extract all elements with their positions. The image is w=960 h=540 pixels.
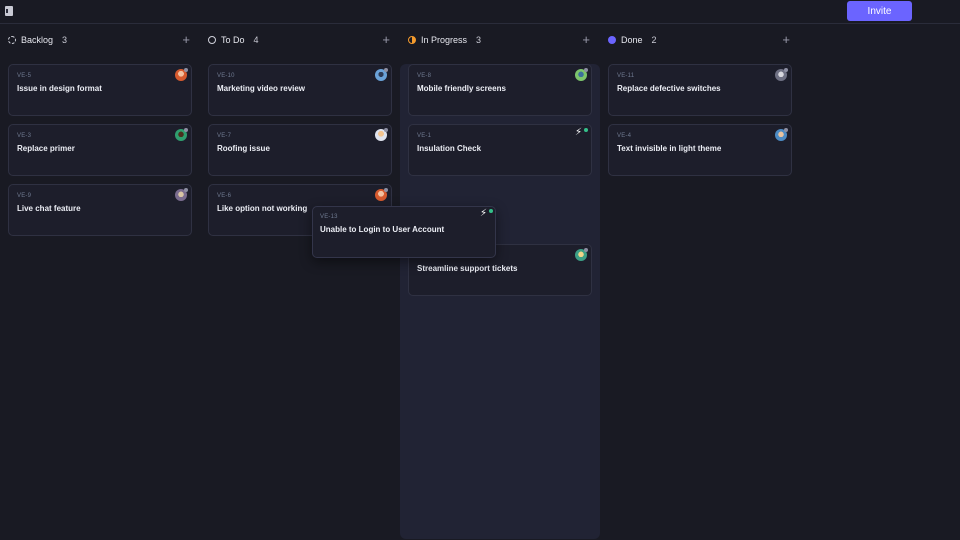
top-bar: Invite xyxy=(0,0,960,24)
card-id: VE-5 xyxy=(17,73,32,79)
column-in-progress: In Progress 3 + VE-8 Mobile friendly scr… xyxy=(400,24,600,540)
card-id: VE-13 xyxy=(320,214,338,220)
card-title: Replace defective switches xyxy=(617,84,721,93)
task-card[interactable]: VE-3 Replace primer xyxy=(8,124,192,176)
card-id: VE-3 xyxy=(17,133,32,139)
assignee-avatar[interactable] xyxy=(375,128,388,141)
task-card[interactable]: VE-5 Issue in design format xyxy=(8,64,192,116)
task-card[interactable]: VE-4 Text invisible in light theme xyxy=(608,124,792,176)
card-title: Replace primer xyxy=(17,144,75,153)
card-id: VE-10 xyxy=(217,73,235,79)
assignee-avatar[interactable] xyxy=(375,188,388,201)
card-title: Mobile friendly screens xyxy=(417,84,506,93)
card-title: Insulation Check xyxy=(417,144,482,153)
card-id: VE-9 xyxy=(17,193,32,199)
dashed-circle-icon xyxy=(8,36,16,44)
add-card-button[interactable]: + xyxy=(782,33,790,46)
assignee-avatar[interactable] xyxy=(575,248,588,261)
task-card[interactable]: VE-9 Live chat feature xyxy=(8,184,192,236)
card-id: VE-8 xyxy=(417,73,432,79)
circle-icon xyxy=(208,36,216,44)
task-card[interactable]: VE-1 Insulation Check xyxy=(408,124,592,176)
column-count: 3 xyxy=(62,35,68,45)
add-card-button[interactable]: + xyxy=(582,33,590,46)
check-circle-icon xyxy=(608,36,616,44)
card-id: VE-11 xyxy=(617,73,635,79)
column-todo: To Do 4 + VE-10 Marketing video review V… xyxy=(200,24,400,540)
column-title: Backlog xyxy=(21,35,54,45)
column-header: To Do 4 + xyxy=(208,33,392,47)
add-card-button[interactable]: + xyxy=(382,33,390,46)
card-title: Marketing video review xyxy=(217,84,306,93)
card-title: Issue in design format xyxy=(17,84,102,93)
dragging-task-card[interactable]: VE-13 Unable to Login to User Account xyxy=(312,206,496,258)
column-header: In Progress 3 + xyxy=(408,33,592,47)
task-card[interactable]: VE-10 Marketing video review xyxy=(208,64,392,116)
task-card[interactable]: VE-7 Roofing issue xyxy=(208,124,392,176)
column-title: Done xyxy=(621,35,643,45)
card-title: Like option not working xyxy=(217,204,308,213)
assignee-avatar[interactable] xyxy=(175,128,188,141)
bolt-icon[interactable] xyxy=(480,209,493,222)
card-title: Text invisible in light theme xyxy=(617,144,722,153)
column-count: 2 xyxy=(651,35,657,45)
assignee-avatar[interactable] xyxy=(775,128,788,141)
assignee-avatar[interactable] xyxy=(175,188,188,201)
half-circle-icon xyxy=(408,36,416,44)
card-title: Unable to Login to User Account xyxy=(320,225,445,234)
invite-button[interactable]: Invite xyxy=(847,1,912,21)
sidebar-panel-icon[interactable] xyxy=(5,6,13,16)
task-card[interactable]: VE-11 Replace defective switches xyxy=(608,64,792,116)
column-done: Done 2 + VE-11 Replace defective switche… xyxy=(600,24,800,540)
assignee-avatar[interactable] xyxy=(775,68,788,81)
task-card[interactable]: VE-8 Mobile friendly screens xyxy=(408,64,592,116)
add-card-button[interactable]: + xyxy=(182,33,190,46)
column-title: To Do xyxy=(221,35,245,45)
column-count: 3 xyxy=(476,35,482,45)
bolt-icon[interactable] xyxy=(575,128,588,141)
card-title: Roofing issue xyxy=(217,144,270,153)
card-title: Live chat feature xyxy=(17,204,81,213)
assignee-avatar[interactable] xyxy=(575,68,588,81)
card-id: VE-1 xyxy=(417,133,432,139)
assignee-avatar[interactable] xyxy=(175,68,188,81)
column-title: In Progress xyxy=(421,35,468,45)
drag-card-content: VE-13 Unable to Login to User Account xyxy=(312,206,496,258)
card-title: Streamline support tickets xyxy=(417,264,518,273)
card-id: VE-7 xyxy=(217,133,232,139)
column-backlog: Backlog 3 + VE-5 Issue in design format … xyxy=(0,24,200,540)
assignee-avatar[interactable] xyxy=(375,68,388,81)
card-id: VE-6 xyxy=(217,193,232,199)
column-header: Backlog 3 + xyxy=(8,33,192,47)
column-count: 4 xyxy=(253,35,259,45)
card-id: VE-4 xyxy=(617,133,632,139)
column-header: Done 2 + xyxy=(608,33,792,47)
